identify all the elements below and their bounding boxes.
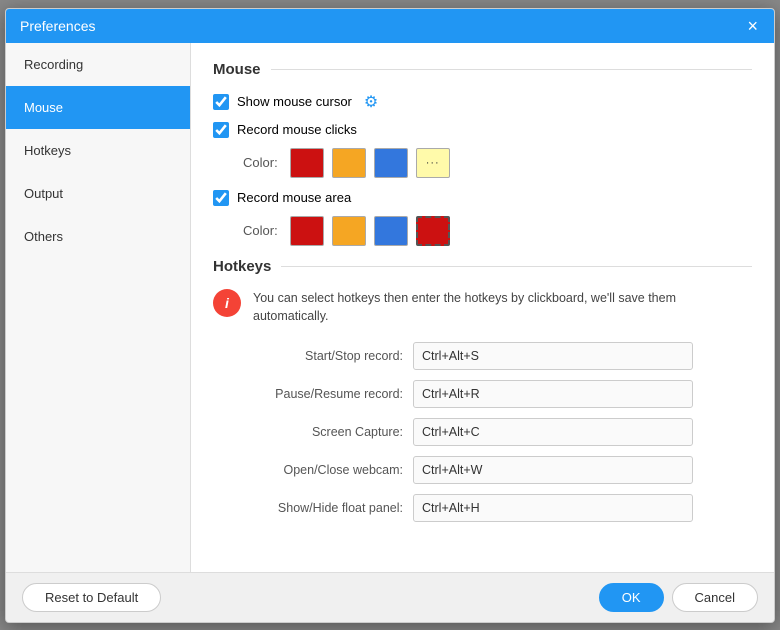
color-more-button[interactable]: ··· bbox=[416, 148, 450, 178]
dialog-content: Recording Mouse Hotkeys Output Others Mo… bbox=[6, 43, 774, 572]
hotkeys-section-title: Hotkeys bbox=[213, 258, 752, 275]
color-swatch-red-2[interactable] bbox=[290, 216, 324, 246]
footer-right: OK Cancel bbox=[599, 583, 758, 612]
hotkey-label-float-panel: Show/Hide float panel: bbox=[213, 501, 403, 515]
hotkeys-section: Hotkeys i You can select hotkeys then en… bbox=[213, 258, 752, 523]
close-button[interactable]: × bbox=[745, 17, 760, 35]
show-cursor-checkbox[interactable] bbox=[213, 94, 229, 110]
hotkey-row-start-stop: Start/Stop record: bbox=[213, 342, 752, 370]
info-text: You can select hotkeys then enter the ho… bbox=[253, 289, 752, 327]
area-color-row: Color: bbox=[243, 216, 752, 246]
hotkey-row-pause-resume: Pause/Resume record: bbox=[213, 380, 752, 408]
color-swatch-blue-1[interactable] bbox=[374, 148, 408, 178]
sidebar-item-mouse[interactable]: Mouse bbox=[6, 86, 190, 129]
hotkey-input-pause-resume[interactable] bbox=[413, 380, 693, 408]
preferences-dialog: Preferences × Recording Mouse Hotkeys Ou… bbox=[5, 8, 775, 623]
gear-icon[interactable]: ⚙ bbox=[364, 92, 378, 112]
clicks-color-label: Color: bbox=[243, 155, 278, 170]
hotkey-row-float-panel: Show/Hide float panel: bbox=[213, 494, 752, 522]
main-panel: Mouse Show mouse cursor ⚙ Record mouse c… bbox=[191, 43, 774, 572]
sidebar-item-hotkeys[interactable]: Hotkeys bbox=[6, 129, 190, 172]
hotkey-label-webcam: Open/Close webcam: bbox=[213, 463, 403, 477]
hotkey-input-screen-capture[interactable] bbox=[413, 418, 693, 446]
color-swatch-dotted[interactable] bbox=[416, 216, 450, 246]
hotkey-label-start-stop: Start/Stop record: bbox=[213, 349, 403, 363]
hotkey-input-webcam[interactable] bbox=[413, 456, 693, 484]
record-area-checkbox[interactable] bbox=[213, 190, 229, 206]
hotkey-input-start-stop[interactable] bbox=[413, 342, 693, 370]
sidebar-item-others[interactable]: Others bbox=[6, 215, 190, 258]
mouse-section-title: Mouse bbox=[213, 61, 752, 78]
record-clicks-row: Record mouse clicks bbox=[213, 122, 752, 138]
title-bar: Preferences × bbox=[6, 9, 774, 43]
hotkey-row-webcam: Open/Close webcam: bbox=[213, 456, 752, 484]
clicks-color-row: Color: ··· bbox=[243, 148, 752, 178]
dialog-title: Preferences bbox=[20, 18, 95, 34]
sidebar-item-output[interactable]: Output bbox=[6, 172, 190, 215]
color-swatch-red-1[interactable] bbox=[290, 148, 324, 178]
hotkey-input-float-panel[interactable] bbox=[413, 494, 693, 522]
reset-button[interactable]: Reset to Default bbox=[22, 583, 161, 612]
sidebar-item-recording[interactable]: Recording bbox=[6, 43, 190, 86]
ok-button[interactable]: OK bbox=[599, 583, 664, 612]
info-box: i You can select hotkeys then enter the … bbox=[213, 289, 752, 327]
record-area-label: Record mouse area bbox=[237, 190, 351, 205]
show-cursor-label: Show mouse cursor bbox=[237, 94, 352, 109]
hotkey-row-screen-capture: Screen Capture: bbox=[213, 418, 752, 446]
hotkey-label-pause-resume: Pause/Resume record: bbox=[213, 387, 403, 401]
color-swatch-orange-1[interactable] bbox=[332, 148, 366, 178]
color-swatch-orange-2[interactable] bbox=[332, 216, 366, 246]
cancel-button[interactable]: Cancel bbox=[672, 583, 758, 612]
sidebar: Recording Mouse Hotkeys Output Others bbox=[6, 43, 191, 572]
hotkey-label-screen-capture: Screen Capture: bbox=[213, 425, 403, 439]
record-area-row: Record mouse area bbox=[213, 190, 752, 206]
footer: Reset to Default OK Cancel bbox=[6, 572, 774, 622]
record-clicks-label: Record mouse clicks bbox=[237, 122, 357, 137]
show-cursor-row: Show mouse cursor ⚙ bbox=[213, 92, 752, 112]
info-icon: i bbox=[213, 289, 241, 317]
area-color-label: Color: bbox=[243, 223, 278, 238]
record-clicks-checkbox[interactable] bbox=[213, 122, 229, 138]
color-swatch-blue-2[interactable] bbox=[374, 216, 408, 246]
